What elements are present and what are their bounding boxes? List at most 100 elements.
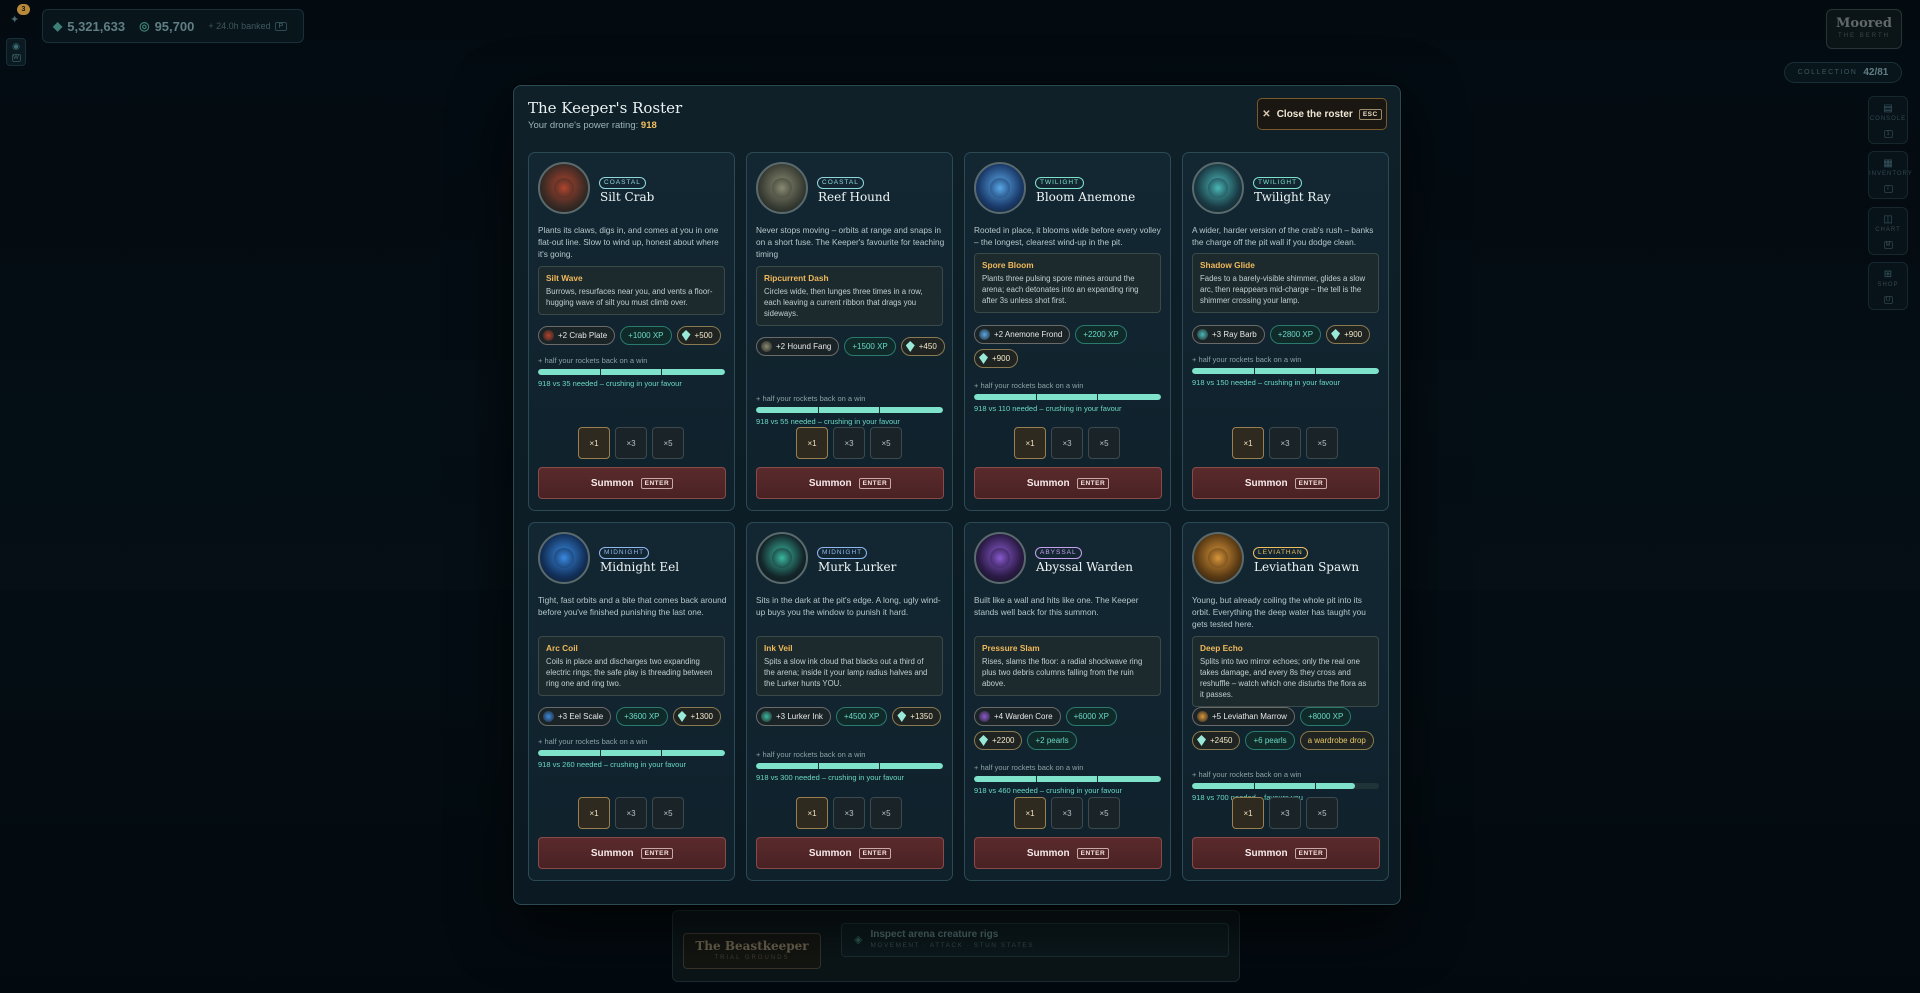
multiplier-x5-button[interactable]: ×5 (1088, 797, 1120, 829)
reward-gems: +1350 (892, 707, 941, 726)
multiplier-x1-button[interactable]: ×1 (1232, 427, 1264, 459)
creature-name: Silt Crab (600, 190, 655, 204)
summon-button[interactable]: Summon ENTER (974, 837, 1162, 869)
notification-badge[interactable]: 3 ✦ (8, 4, 30, 26)
summon-label: Summon (1244, 477, 1288, 489)
creature-card[interactable]: COASTAL Reef Hound Never stops moving – … (746, 152, 953, 511)
creature-core (990, 178, 1010, 198)
menu-console-button[interactable]: ▤ CONSOLE 1 (1868, 96, 1908, 144)
reward-text: +1000 XP (628, 331, 664, 340)
rewards-row: +3 Ray Barb +2800 XP +900 (1192, 325, 1382, 344)
menu-inventory-button[interactable]: ▦ INVENTORY I (1868, 151, 1912, 199)
multiplier-x1-button[interactable]: ×1 (1014, 797, 1046, 829)
item-icon (979, 711, 990, 722)
menu-chart-button[interactable]: ◫ CHART M (1868, 207, 1908, 255)
summon-button[interactable]: Summon ENTER (974, 467, 1162, 499)
reward-text: +1500 XP (852, 342, 888, 351)
multiplier-x3-button[interactable]: ×3 (615, 427, 647, 459)
visibility-toggle[interactable]: ◉ W (6, 38, 26, 66)
summon-button[interactable]: Summon ENTER (1192, 837, 1380, 869)
multiplier-x3-button[interactable]: ×3 (615, 797, 647, 829)
creature-card[interactable]: MIDNIGHT Midnight Eel Tight, fast orbits… (528, 522, 735, 881)
summon-button[interactable]: Summon ENTER (1192, 467, 1380, 499)
multiplier-x5-button[interactable]: ×5 (652, 427, 684, 459)
summon-button[interactable]: Summon ENTER (538, 467, 726, 499)
close-label: Close the roster (1276, 108, 1353, 120)
reward-text: +1300 (690, 712, 713, 721)
progress-fill (756, 407, 943, 413)
multiplier-x1-button[interactable]: ×1 (578, 427, 610, 459)
progress-marker (661, 369, 663, 375)
collection-value: 42/81 (1863, 67, 1889, 78)
creature-card[interactable]: ABYSSAL Abyssal Warden Built like a wall… (964, 522, 1171, 881)
menu-key: 1 (1883, 130, 1893, 138)
gem-amount: 5,321,633 (67, 18, 126, 34)
creature-portrait (538, 162, 590, 214)
multiplier-x1-button[interactable]: ×1 (578, 797, 610, 829)
inspect-rigs-button[interactable]: ◈ Inspect arena creature rigs MOVEMENT ·… (841, 923, 1229, 957)
summon-label: Summon (590, 477, 634, 489)
reward-text: +3 Ray Barb (1212, 330, 1257, 339)
power-progress-bar (538, 750, 725, 756)
power-comparison: 918 vs 150 needed – crushing in your fav… (1192, 378, 1341, 387)
rewards-row: +4 Warden Core +6000 XP +2200 +2 pearls (974, 707, 1164, 750)
power-comparison: 918 vs 35 needed – crushing in your favo… (538, 379, 682, 388)
creature-card[interactable]: COASTAL Silt Crab Plants its claws, digs… (528, 152, 735, 511)
creature-card[interactable]: LEVIATHAN Leviathan Spawn Young, but alr… (1182, 522, 1389, 881)
multiplier-x1-button[interactable]: ×1 (796, 797, 828, 829)
summon-key: ENTER (858, 477, 892, 489)
multiplier-x3-button[interactable]: ×3 (1051, 797, 1083, 829)
collection-counter[interactable]: COLLECTION 42/81 (1784, 62, 1902, 83)
summon-button[interactable]: Summon ENTER (756, 467, 944, 499)
ability-description: Coils in place and discharges two expand… (546, 657, 713, 688)
reward-gems: +450 (900, 337, 945, 356)
creature-card[interactable]: TWILIGHT Twilight Ray A wider, harder ve… (1182, 152, 1389, 511)
multiplier-x3-button[interactable]: ×3 (1051, 427, 1083, 459)
multiplier-x3-button[interactable]: ×3 (833, 797, 865, 829)
reward-item: +2 Hound Fang (756, 337, 840, 356)
multiplier-x3-button[interactable]: ×3 (833, 427, 865, 459)
reward-gems: +2450 (1192, 731, 1241, 750)
ability-box: Arc Coil Coils in place and discharges t… (538, 636, 725, 696)
multiplier-x5-button[interactable]: ×5 (1306, 797, 1338, 829)
power-progress-bar (538, 369, 725, 375)
summon-label: Summon (808, 847, 852, 859)
menu-key: U (1883, 296, 1893, 304)
ability-description: Rises, slams the floor: a radial shockwa… (982, 657, 1143, 688)
creature-card[interactable]: MIDNIGHT Murk Lurker Sits in the dark at… (746, 522, 953, 881)
summon-button[interactable]: Summon ENTER (756, 837, 944, 869)
multiplier-x5-button[interactable]: ×5 (652, 797, 684, 829)
rewards-row: +2 Anemone Frond +2200 XP +900 (974, 325, 1164, 368)
multiplier-x5-button[interactable]: ×5 (1306, 427, 1338, 459)
power-label: Your drone's power rating: (528, 120, 639, 131)
multiplier-x5-button[interactable]: ×5 (870, 427, 902, 459)
close-roster-button[interactable]: ✕ Close the roster ESC (1257, 98, 1387, 130)
console-icon: ▤ (1883, 103, 1893, 114)
multiplier-x5-button[interactable]: ×5 (1088, 427, 1120, 459)
progress-marker (1097, 776, 1099, 782)
summon-button[interactable]: Summon ENTER (538, 837, 726, 869)
power-progress-bar (1192, 783, 1379, 789)
coin-balance: ◎ 95,700 (139, 19, 194, 34)
item-icon (543, 330, 554, 341)
multiplier-x1-button[interactable]: ×1 (1014, 427, 1046, 459)
reward-ward: a wardrobe drop (1299, 731, 1374, 750)
menu-shop-button[interactable]: ⊞ SHOP U (1868, 262, 1908, 310)
rocket-refund-note: + half your rockets back on a win (756, 750, 866, 759)
multiplier-x3-button[interactable]: ×3 (1269, 427, 1301, 459)
multiplier-x3-button[interactable]: ×3 (1269, 797, 1301, 829)
creature-card[interactable]: TWILIGHT Bloom Anemone Rooted in place, … (964, 152, 1171, 511)
beastkeeper-button[interactable]: The Beastkeeper TRIAL GROUNDS (683, 933, 821, 969)
ability-box: Silt Wave Burrows, resurfaces near you, … (538, 266, 725, 315)
multiplier-group: ×1 ×3 ×5 (796, 427, 902, 459)
multiplier-x1-button[interactable]: ×1 (796, 427, 828, 459)
ability-name: Silt Wave (546, 273, 583, 283)
multiplier-x1-button[interactable]: ×1 (1232, 797, 1264, 829)
summon-key: ENTER (858, 847, 892, 859)
creature-description: Young, but already coiling the whole pit… (1192, 595, 1366, 629)
reward-text: +2800 XP (1277, 330, 1314, 339)
creature-name: Reef Hound (818, 190, 891, 204)
multiplier-x5-button[interactable]: ×5 (870, 797, 902, 829)
reward-gems: +900 (1326, 325, 1371, 344)
item-icon (761, 341, 772, 352)
